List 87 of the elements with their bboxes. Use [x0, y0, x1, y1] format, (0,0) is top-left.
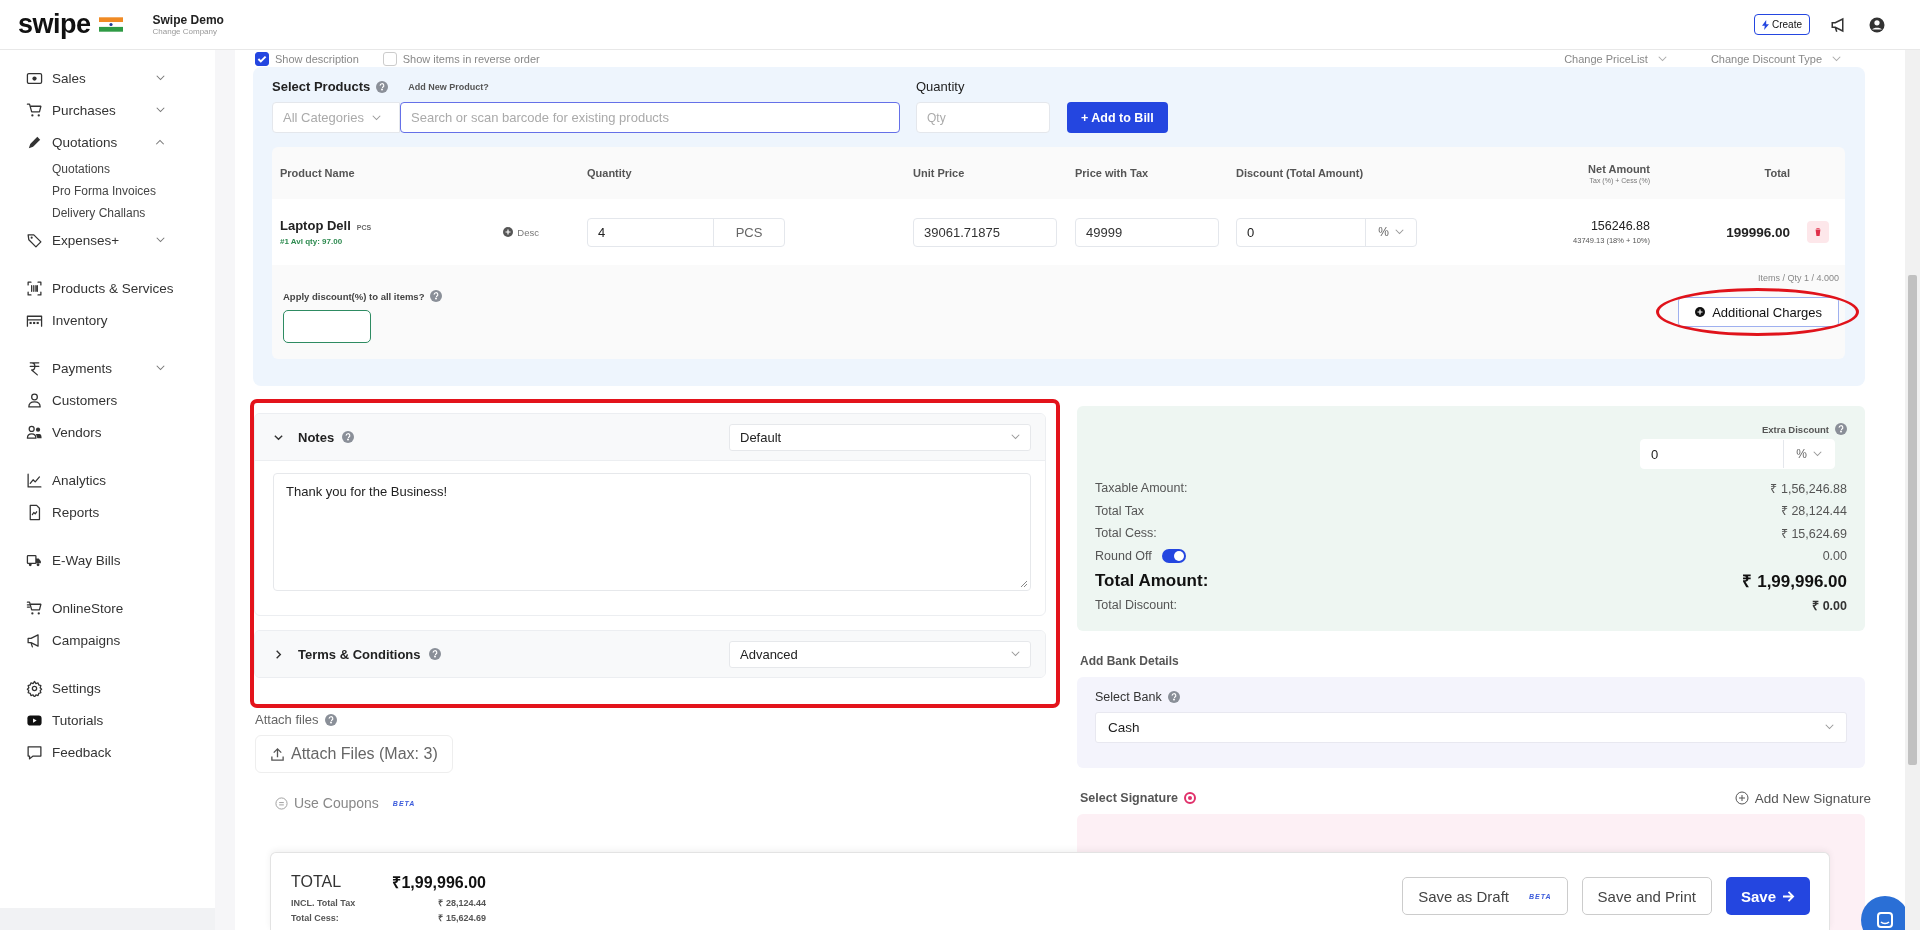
- summary-value: ₹ 15,624.69: [1780, 525, 1847, 542]
- attach-files-button[interactable]: Attach Files (Max: 3): [255, 735, 453, 773]
- select-signature-label: Select Signature: [1080, 791, 1178, 805]
- sidebar-item[interactable]: Quotations: [0, 126, 215, 158]
- summary-value: 0.00: [1822, 548, 1847, 563]
- footer-value: ₹ 28,124.44: [438, 897, 486, 909]
- column-header: Net Amount: [1588, 162, 1650, 175]
- action-button[interactable]: Save and Print: [1581, 877, 1712, 915]
- summary-label: Round Off: [1095, 548, 1152, 563]
- checkbox-label: Show description: [275, 52, 359, 65]
- sidebar-item[interactable]: Tutorials: [0, 704, 215, 736]
- stock-text: #1 Avl qty: 97.00: [280, 237, 344, 246]
- summary-value: ₹ 28,124.44: [1780, 503, 1847, 520]
- summary-value: ₹ 1,56,246.88: [1770, 480, 1847, 497]
- quantity-field[interactable]: Qty: [916, 102, 1050, 133]
- total-value: ₹1,99,996.00: [392, 873, 486, 893]
- sidebar-item[interactable]: Campaigns: [0, 624, 215, 656]
- column-header: Total: [1764, 167, 1790, 179]
- apply-discount-label: Apply discount(%) to all items?: [283, 290, 425, 302]
- total-label: TOTAL: [291, 873, 342, 891]
- sidebar-item[interactable]: Settings: [0, 672, 215, 704]
- column-header: Product Name: [280, 167, 356, 179]
- sidebar-item[interactable]: OnlineStore: [0, 592, 215, 624]
- sidebar-item[interactable]: Reports: [0, 496, 215, 528]
- template-select[interactable]: Default: [729, 423, 1031, 451]
- notes-textarea[interactable]: Thank you for the Business!: [273, 473, 1031, 591]
- additional-charges-button[interactable]: Additional Charges: [1678, 297, 1839, 327]
- use-coupons-link[interactable]: Use Coupons: [294, 795, 379, 811]
- sidebar-subitem[interactable]: Quotations: [0, 158, 215, 180]
- bank-select[interactable]: Cash: [1095, 711, 1847, 743]
- sidebar-item[interactable]: E-Way Bills: [0, 544, 215, 576]
- summary-label: Total Amount:: [1095, 570, 1209, 591]
- unit-price-input[interactable]: 39061.71875: [913, 217, 1057, 247]
- summary-value: ₹ 1,99,996.00: [1742, 571, 1847, 592]
- summary-label: Total Cess:: [1095, 526, 1157, 541]
- attach-files-label: Attach files: [255, 712, 319, 727]
- extra-discount-label: Extra Discount: [1761, 423, 1829, 435]
- sidebar-subitem[interactable]: Delivery Challans: [0, 202, 215, 224]
- summary-label: Total Discount:: [1095, 598, 1177, 613]
- sidebar-item[interactable]: Purchases: [0, 94, 215, 126]
- items-summary: Items / Qty 1 / 4.000: [1757, 273, 1839, 283]
- dropdown[interactable]: Change Discount Type: [1710, 52, 1841, 65]
- logo: swipe: [18, 9, 91, 40]
- search-field[interactable]: Search or scan barcode for existing products: [400, 102, 900, 133]
- sidebar-item[interactable]: Inventory: [0, 304, 215, 336]
- terms-title: Terms & Conditions: [298, 646, 421, 662]
- sidebar-item[interactable]: Feedback: [0, 736, 215, 768]
- column-header: Unit Price: [913, 167, 966, 179]
- checkbox-label: Show items in reverse order: [402, 52, 540, 65]
- quantity-label: Quantity: [916, 79, 966, 94]
- add-signature-link[interactable]: Add New Signature: [1734, 790, 1871, 806]
- product-name: Laptop Dell: [280, 218, 351, 233]
- template-select[interactable]: Advanced: [729, 640, 1031, 668]
- sidebar-item[interactable]: Sales: [0, 62, 215, 94]
- footer-label: INCL. Total Tax: [291, 897, 356, 908]
- net-amount: 156246.88: [1590, 219, 1650, 233]
- desc-button[interactable]: Desc: [503, 226, 539, 238]
- quantity-input[interactable]: 4 PCS: [587, 217, 785, 247]
- sidebar-item[interactable]: Analytics: [0, 464, 215, 496]
- select-bank-label: Select Bank: [1095, 689, 1162, 704]
- select-products-label: Select Products: [272, 79, 371, 94]
- sidebar-item[interactable]: Vendors: [0, 416, 215, 448]
- dropdown[interactable]: Change PriceList: [1564, 52, 1667, 65]
- sidebar-subitem[interactable]: Pro Forma Invoices: [0, 180, 215, 202]
- bank-details-heading: Add Bank Details: [1080, 653, 1180, 668]
- save-button[interactable]: Save: [1725, 877, 1810, 915]
- footer-label: Total Cess:: [291, 912, 339, 923]
- extra-discount-input[interactable]: 0 %: [1640, 439, 1835, 469]
- sidebar-item[interactable]: Expenses+: [0, 224, 215, 256]
- sidebar-item[interactable]: Customers: [0, 384, 215, 416]
- add-new-product-link[interactable]: Add New Product?: [408, 81, 489, 92]
- sidebar-item[interactable]: Products & Services: [0, 272, 215, 304]
- summary-value: ₹ 0.00: [1812, 597, 1847, 614]
- discount-input[interactable]: 0 %: [1236, 217, 1417, 247]
- summary-label: Total Tax: [1095, 503, 1145, 518]
- notes-title: Notes: [298, 429, 335, 445]
- summary-label: Taxable Amount:: [1095, 481, 1188, 496]
- sidebar-item[interactable]: Payments: [0, 352, 215, 384]
- column-header: Quantity: [587, 167, 633, 179]
- add-to-bill-button[interactable]: + Add to Bill: [1067, 102, 1168, 133]
- column-header: Discount (Total Amount): [1236, 167, 1365, 179]
- row-total: 199996.00: [1726, 225, 1790, 240]
- create-button[interactable]: Create: [1754, 14, 1810, 35]
- company-name: Swipe Demo: [152, 13, 224, 27]
- column-header: Price with Tax: [1075, 167, 1150, 179]
- price-with-tax-input[interactable]: 49999: [1075, 217, 1219, 247]
- footer-value: ₹ 15,624.69: [438, 912, 486, 924]
